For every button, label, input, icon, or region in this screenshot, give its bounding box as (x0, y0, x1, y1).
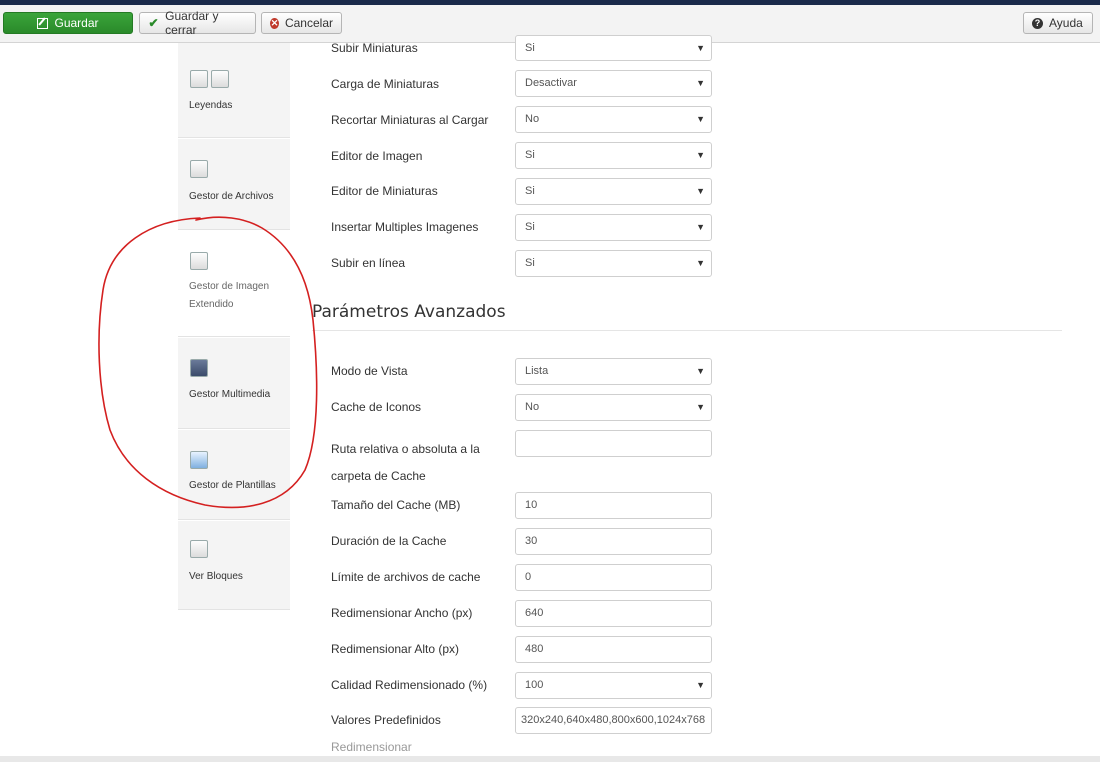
save-close-button-label: Guardar y cerrar (165, 9, 219, 37)
sidebar-item-label: Gestor de Archivos (189, 191, 274, 202)
save-close-button[interactable]: ✔ Guardar y cerrar (139, 9, 256, 37)
field-value: Si (525, 221, 535, 233)
sidebar-item-captions[interactable]: Leyendas (178, 43, 290, 138)
sidebar-item-template-manager[interactable]: Gestor de Plantillas (178, 430, 290, 520)
field-value: 0 (525, 571, 532, 583)
help-button[interactable]: ? Ayuda (1023, 12, 1093, 34)
text-input[interactable]: 640 (515, 600, 712, 627)
select-field[interactable]: Si ▼ (515, 214, 712, 241)
chevron-down-icon: ▼ (696, 222, 705, 232)
select-field[interactable]: Si ▼ (515, 142, 712, 169)
row-label: Calidad Redimensionado (%) (331, 678, 488, 692)
field-value: Desactivar (525, 77, 577, 89)
row-label: Cache de Iconos (331, 400, 422, 414)
row-label: Duración de la Cache (331, 534, 447, 548)
field-value: Si (525, 257, 535, 269)
sidebar-item-file-manager[interactable]: Gestor de Archivos (178, 139, 290, 230)
row-label: Editor de Imagen (331, 149, 423, 163)
field-value: Si (525, 149, 535, 161)
field-value: 320x240,640x480,800x600,1024x768 (521, 714, 706, 726)
file-manager-icon (190, 160, 208, 178)
field-value: 100 (525, 679, 544, 691)
row-label: Redimensionar Ancho (px) (331, 606, 473, 620)
field-value: No (525, 113, 540, 125)
show-blocks-icon (190, 540, 208, 558)
row-label: Carga de Miniaturas (331, 77, 440, 91)
captions-remove-icon (211, 70, 229, 88)
select-field[interactable]: Si ▼ (515, 250, 712, 277)
chevron-down-icon: ▼ (696, 43, 705, 53)
save-button[interactable]: Guardar (3, 12, 133, 34)
cache-path-input[interactable] (515, 430, 712, 457)
field-value: 480 (525, 643, 544, 655)
row-label: Redimensionar Alto (px) (331, 642, 460, 656)
text-input[interactable]: 0 (515, 564, 712, 591)
sidebar-item-label: Gestor Multimedia (189, 389, 271, 400)
text-input[interactable]: 10 (515, 492, 712, 519)
chevron-down-icon: ▼ (696, 402, 705, 412)
captions-icon (190, 70, 208, 88)
row-label: Ruta relativa o absoluta a la carpeta de… (331, 442, 480, 483)
row-label: Recortar Miniaturas al Cargar (331, 113, 489, 127)
cancel-button[interactable]: ✕ Cancelar (261, 12, 342, 34)
media-manager-icon (190, 359, 208, 377)
bottom-scroll-strip (0, 756, 1100, 762)
field-value: 30 (525, 535, 538, 547)
chevron-down-icon: ▼ (696, 366, 705, 376)
help-icon: ? (1032, 17, 1043, 29)
row-label: Modo de Vista (331, 364, 408, 378)
sidebar-item-media-manager[interactable]: Gestor Multimedia (178, 338, 290, 429)
text-input[interactable]: 480 (515, 636, 712, 663)
row-label: Editor de Miniaturas (331, 184, 438, 198)
row-label: Límite de archivos de cache (331, 570, 481, 584)
select-field[interactable]: No ▼ (515, 394, 712, 421)
row-label: Subir en línea (331, 256, 406, 270)
field-value: Si (525, 42, 535, 54)
row-label: Redimensionar (331, 740, 412, 754)
chevron-down-icon: ▼ (696, 150, 705, 160)
sidebar-item-show-blocks[interactable]: Ver Bloques (178, 521, 290, 610)
sidebar-item-label: Ver Bloques (189, 571, 243, 582)
select-field[interactable]: 100 ▼ (515, 672, 712, 699)
select-field[interactable]: Si ▼ (515, 35, 712, 61)
row-label: Insertar Multiples Imagenes (331, 220, 479, 234)
sidebar-item-image-manager-extended[interactable]: Gestor de Imagen Extendido (178, 231, 290, 337)
chevron-down-icon: ▼ (696, 114, 705, 124)
select-field[interactable]: Lista ▼ (515, 358, 712, 385)
cancel-icon: ✕ (270, 17, 279, 29)
text-input[interactable]: 320x240,640x480,800x600,1024x768 (515, 707, 712, 734)
field-value: Si (525, 185, 535, 197)
field-value: 10 (525, 499, 538, 511)
save-button-label: Guardar (54, 16, 99, 30)
image-manager-icon (190, 252, 208, 270)
section-divider (312, 330, 1062, 331)
check-icon: ✔ (148, 16, 159, 30)
text-input[interactable]: 30 (515, 528, 712, 555)
row-label: Subir Miniaturas (331, 41, 418, 55)
help-button-label: Ayuda (1049, 16, 1083, 30)
sidebar-item-label: Leyendas (189, 100, 233, 111)
chevron-down-icon: ▼ (696, 186, 705, 196)
sidebar-item-label: Gestor de Plantillas (189, 480, 276, 491)
select-field[interactable]: Si ▼ (515, 178, 712, 205)
select-field[interactable]: Desactivar ▼ (515, 70, 712, 97)
template-manager-icon (190, 451, 208, 469)
field-value: Lista (525, 365, 549, 377)
chevron-down-icon: ▼ (696, 258, 705, 268)
row-label: Valores Predefinidos (331, 713, 441, 727)
field-value: No (525, 401, 540, 413)
chevron-down-icon: ▼ (696, 680, 705, 690)
field-value: 640 (525, 607, 544, 619)
edit-icon (37, 17, 49, 29)
select-field[interactable]: No ▼ (515, 106, 712, 133)
sidebar-item-label: Gestor de Imagen Extendido (189, 281, 270, 310)
cancel-button-label: Cancelar (284, 16, 333, 30)
chevron-down-icon: ▼ (696, 78, 705, 88)
row-label: Tamaño del Cache (MB) (331, 498, 461, 512)
section-title-advanced: Parámetros Avanzados (312, 302, 506, 322)
